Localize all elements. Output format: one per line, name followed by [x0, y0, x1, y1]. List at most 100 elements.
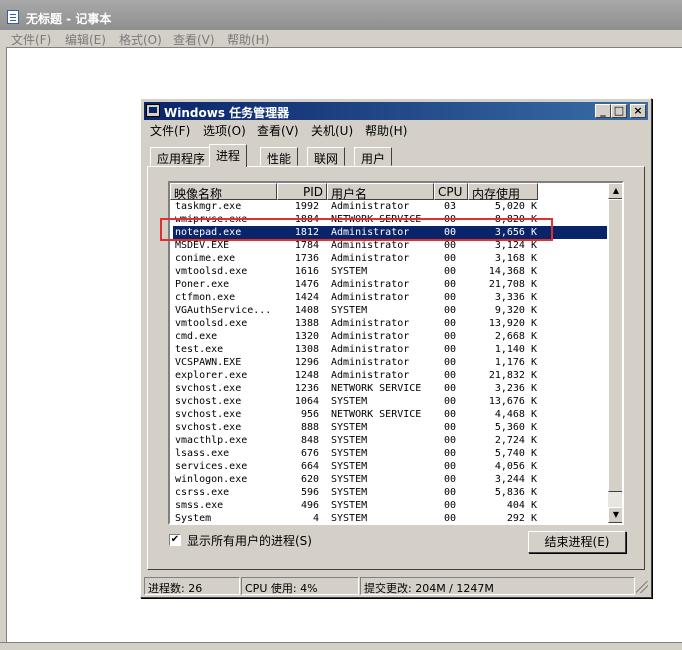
process-mem: 3,236 K — [494, 383, 537, 394]
process-user: SYSTEM — [331, 500, 368, 511]
process-user: NETWORK SERVICE — [331, 383, 422, 394]
task-manager-title: Windows 任务管理器 — [164, 106, 290, 120]
process-user: SYSTEM — [331, 305, 368, 316]
process-name: vmacthlp.exe — [175, 435, 248, 446]
process-user: SYSTEM — [331, 422, 368, 433]
process-row[interactable]: taskmgr.exe 1992 Administrator 03 5,020 K — [173, 200, 607, 213]
notepad-menu-format[interactable]: 格式(O) — [119, 31, 162, 48]
process-cpu: 00 — [444, 409, 457, 420]
process-row[interactable]: conime.exe 1736 Administrator 00 3,168 K — [173, 252, 607, 265]
notepad-menu-help[interactable]: 帮助(H) — [227, 31, 269, 48]
notepad-menu-file[interactable]: 文件(F) — [11, 31, 51, 48]
process-pid: 676 — [300, 448, 319, 459]
process-row[interactable]: cmd.exe 1320 Administrator 00 2,668 K — [173, 330, 607, 343]
process-name: csrss.exe — [175, 487, 230, 498]
column-cpu[interactable]: CPU — [434, 183, 468, 200]
process-row[interactable]: System 4 SYSTEM 00 292 K — [173, 512, 607, 524]
tab-performance[interactable]: 性能 — [260, 147, 299, 166]
process-name: Poner.exe — [175, 279, 230, 290]
notepad-title-bar[interactable]: 无标题 - 记事本 — [0, 0, 682, 30]
process-user: Administrator — [331, 370, 410, 381]
scroll-thumb[interactable] — [608, 199, 622, 492]
process-pid: 956 — [300, 409, 319, 420]
column-pid[interactable]: PID — [277, 183, 327, 200]
process-name: explorer.exe — [175, 370, 248, 381]
scroll-down-button[interactable]: ▼ — [608, 507, 622, 523]
process-name: services.exe — [175, 461, 248, 472]
process-row[interactable]: VCSPAWN.EXE 1296 Administrator 00 1,176 K — [173, 356, 607, 369]
tab-networking[interactable]: 联网 — [307, 147, 346, 166]
process-user: Administrator — [331, 331, 410, 342]
process-cpu: 00 — [444, 292, 457, 303]
process-mem: 1,140 K — [494, 344, 537, 355]
minimize-button[interactable]: _ — [595, 104, 611, 118]
process-user: SYSTEM — [331, 448, 368, 459]
process-cpu: 03 — [444, 201, 457, 212]
process-user: Administrator — [331, 253, 410, 264]
process-row[interactable]: VGAuthService... 1408 SYSTEM 00 9,320 K — [173, 304, 607, 317]
process-row[interactable]: svchost.exe 956 NETWORK SERVICE 00 4,468 K — [173, 408, 607, 421]
process-user: SYSTEM — [331, 513, 368, 524]
process-mem: 4,056 K — [494, 461, 537, 472]
menu-options[interactable]: 选项(O) — [203, 122, 246, 139]
tab-processes[interactable]: 进程 — [209, 144, 248, 167]
show-all-users-label[interactable]: 显示所有用户的进程(S) — [187, 532, 312, 549]
process-cpu: 00 — [444, 331, 457, 342]
menu-help[interactable]: 帮助(H) — [365, 122, 407, 139]
process-pid: 1616 — [294, 266, 319, 277]
process-row[interactable]: services.exe 664 SYSTEM 00 4,056 K — [173, 460, 607, 473]
process-row[interactable]: svchost.exe 888 SYSTEM 00 5,360 K — [173, 421, 607, 434]
process-row[interactable]: Poner.exe 1476 Administrator 00 21,708 K — [173, 278, 607, 291]
process-row[interactable]: test.exe 1308 Administrator 00 1,140 K — [173, 343, 607, 356]
vertical-scrollbar[interactable]: ▲ ▼ — [608, 183, 622, 523]
process-pid: 1736 — [294, 253, 319, 264]
process-name: vmtoolsd.exe — [175, 266, 248, 277]
process-pid: 4 — [312, 513, 319, 524]
menu-shutdown[interactable]: 关机(U) — [311, 122, 353, 139]
process-user: SYSTEM — [331, 435, 368, 446]
process-row[interactable]: smss.exe 496 SYSTEM 00 404 K — [173, 499, 607, 512]
process-row[interactable]: explorer.exe 1248 Administrator 00 21,832 K — [173, 369, 607, 382]
process-row[interactable]: svchost.exe 1064 SYSTEM 00 13,676 K — [173, 395, 607, 408]
tab-applications[interactable]: 应用程序 — [150, 147, 213, 166]
end-process-button[interactable]: 结束进程(E) — [528, 531, 626, 553]
menu-file[interactable]: 文件(F) — [150, 122, 190, 139]
column-username[interactable]: 用户名 — [327, 183, 434, 201]
maximize-button[interactable]: □ — [611, 104, 627, 118]
column-image-name[interactable]: 映像名称 — [170, 183, 277, 201]
process-cpu: 00 — [444, 344, 457, 355]
process-mem: 292 K — [506, 513, 537, 524]
process-user: Administrator — [331, 292, 410, 303]
process-name: vmtoolsd.exe — [175, 318, 248, 329]
process-mem: 404 K — [506, 500, 537, 511]
notepad-menu-edit[interactable]: 编辑(E) — [65, 31, 106, 48]
resize-grip[interactable] — [635, 580, 649, 594]
process-row[interactable]: vmacthlp.exe 848 SYSTEM 00 2,724 K — [173, 434, 607, 447]
process-row[interactable]: winlogon.exe 620 SYSTEM 00 3,244 K — [173, 473, 607, 486]
process-user: SYSTEM — [331, 396, 368, 407]
show-all-users-checkbox[interactable]: ✔ — [169, 534, 181, 546]
process-row[interactable]: lsass.exe 676 SYSTEM 00 5,740 K — [173, 447, 607, 460]
task-manager-title-bar[interactable]: Windows 任务管理器 _ □ × — [144, 102, 648, 120]
process-row[interactable]: csrss.exe 596 SYSTEM 00 5,836 K — [173, 486, 607, 499]
process-cpu: 00 — [444, 461, 457, 472]
notepad-menu-view[interactable]: 查看(V) — [173, 31, 215, 48]
scroll-up-button[interactable]: ▲ — [608, 183, 622, 199]
process-row[interactable]: vmtoolsd.exe 1616 SYSTEM 00 14,368 K — [173, 265, 607, 278]
process-pid: 496 — [300, 500, 319, 511]
tab-users[interactable]: 用户 — [354, 147, 393, 166]
close-button[interactable]: × — [630, 104, 646, 118]
process-list-header: 映像名称 PID 用户名 CPU 内存使用 — [170, 183, 608, 201]
process-pid: 596 — [300, 487, 319, 498]
column-memory[interactable]: 内存使用 — [468, 183, 538, 201]
menu-view[interactable]: 查看(V) — [257, 122, 299, 139]
process-row[interactable]: svchost.exe 1236 NETWORK SERVICE 00 3,236 K — [173, 382, 607, 395]
process-row[interactable]: vmtoolsd.exe 1388 Administrator 00 13,920 K — [173, 317, 607, 330]
process-row[interactable]: ctfmon.exe 1424 Administrator 00 3,336 K — [173, 291, 607, 304]
process-pid: 1476 — [294, 279, 319, 290]
process-name: conime.exe — [175, 253, 236, 264]
process-cpu: 00 — [444, 500, 457, 511]
process-cpu: 00 — [444, 422, 457, 433]
task-manager-window: Windows 任务管理器 _ □ × 文件(F) 选项(O) 查看(V) 关机… — [140, 98, 652, 598]
process-mem: 5,360 K — [494, 422, 537, 433]
